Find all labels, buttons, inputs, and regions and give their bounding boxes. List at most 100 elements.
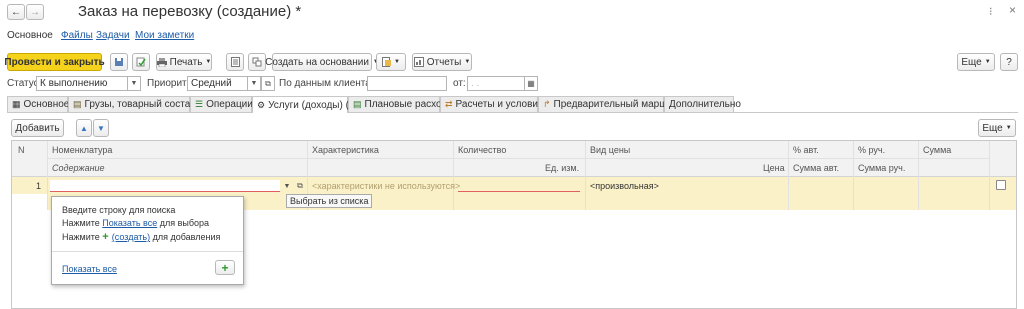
tab-label: Предварительный маршрут	[553, 99, 683, 110]
tab-route[interactable]: ↱ Предварительный маршрут	[538, 96, 682, 112]
status-dropdown-button[interactable]: ▼	[127, 76, 141, 91]
col-content[interactable]: Содержание	[52, 163, 105, 173]
arrow-up-icon: ▲	[80, 123, 88, 133]
help-button[interactable]: ?	[1000, 53, 1018, 71]
tabs-baseline	[7, 112, 1018, 113]
tab-cargo[interactable]: ▤ Грузы, товарный состав (1)	[68, 96, 211, 112]
chevron-down-icon: ▼	[250, 80, 258, 87]
header-mid-line	[47, 158, 989, 159]
col-nomenclature[interactable]: Номенклатура	[52, 145, 112, 155]
chevron-down-icon: ▼	[283, 182, 291, 190]
col-sum-manual[interactable]: Сумма руч.	[858, 163, 905, 173]
forward-button[interactable]: →	[26, 4, 44, 20]
structure-icon	[252, 57, 262, 67]
col-sum-auto[interactable]: Сумма авт.	[793, 163, 839, 173]
tooltip: Выбрать из списка	[286, 194, 373, 208]
nav-tasks[interactable]: Задачи	[96, 30, 130, 41]
create-inline-link[interactable]: (создать)	[112, 232, 150, 242]
attachment-icon	[382, 57, 392, 67]
reports-button[interactable]: Отчеты ▼	[412, 53, 472, 71]
popup-hint-create: Нажмите + (создать) для добавления	[62, 231, 220, 243]
nomenclature-dropdown-button[interactable]: ▼	[281, 179, 293, 193]
more-icon[interactable]: ⁝	[989, 5, 993, 18]
col-n[interactable]: N	[18, 145, 25, 155]
post-button[interactable]	[132, 53, 150, 71]
col-price[interactable]: Цена	[763, 163, 785, 173]
more-button[interactable]: Еще ▼	[957, 53, 995, 71]
operations-icon: ☰	[195, 99, 204, 109]
chevron-down-icon: ▼	[394, 59, 400, 65]
client-number-field[interactable]	[367, 76, 447, 91]
col-pct-manual[interactable]: % руч.	[858, 145, 885, 155]
tab-expenses[interactable]: ▤ Плановые расходы	[348, 96, 454, 112]
tab-label: Дополнительно	[669, 99, 741, 110]
plus-icon: +	[221, 260, 229, 275]
route-icon: ↱	[543, 99, 551, 109]
tab-label: Услуги (доходы) (1)	[268, 99, 358, 111]
tab-calc[interactable]: ⇄ Расчеты и условия	[440, 96, 543, 112]
print-button[interactable]: Печать ▼	[156, 53, 212, 71]
popup-text: Нажмите	[62, 218, 103, 228]
journal-button[interactable]	[226, 53, 244, 71]
col-sep	[585, 141, 586, 210]
add-button[interactable]: Добавить	[11, 119, 64, 137]
popup-hint-search: Введите строку для поиска	[62, 205, 176, 215]
tab-additional[interactable]: Дополнительно	[664, 96, 741, 112]
col-pct-auto[interactable]: % авт.	[793, 145, 819, 155]
popup-text: Нажмите	[62, 232, 103, 242]
row-number: 1	[36, 181, 42, 191]
price-kind-cell[interactable]: <произвольная>	[590, 181, 659, 191]
save-button[interactable]	[110, 53, 128, 71]
document-icon	[230, 57, 240, 67]
from-date-label: от:	[453, 78, 466, 89]
tab-main[interactable]: ▦ Основное	[7, 96, 70, 112]
popup-hint-show-all: Нажмите Показать все для выбора	[62, 218, 209, 228]
chevron-down-icon: ▼	[205, 59, 212, 65]
col-sum[interactable]: Сумма	[923, 145, 951, 155]
move-up-button[interactable]: ▲	[76, 119, 92, 137]
col-sep	[453, 141, 454, 210]
col-quantity[interactable]: Количество	[458, 145, 506, 155]
priority-open-button[interactable]: ⧉	[261, 76, 275, 91]
row-checkbox[interactable]	[996, 180, 1006, 190]
tab-services[interactable]: ⚙ Услуги (доходы) (1)	[252, 96, 358, 113]
report-icon	[413, 57, 424, 67]
back-button[interactable]: ←	[7, 4, 25, 20]
popup-text: для выбора	[157, 218, 210, 228]
create-based-label: Создать на основании	[265, 56, 369, 68]
col-price-kind[interactable]: Вид цены	[590, 145, 630, 155]
create-based-button[interactable]: Создать на основании ▼	[265, 53, 379, 71]
show-all-inline-link[interactable]: Показать все	[102, 218, 157, 228]
table-more-button[interactable]: Еще ▼	[978, 119, 1016, 137]
grid-icon: ▦	[12, 99, 21, 109]
services-icon: ⚙	[257, 99, 266, 110]
more-label: Еще	[982, 122, 1003, 134]
characteristic-cell: <характеристики не используются>	[312, 181, 461, 191]
nomenclature-input[interactable]	[50, 180, 280, 192]
move-down-button[interactable]: ▼	[93, 119, 109, 137]
col-characteristic[interactable]: Характеристика	[312, 145, 379, 155]
attachments-button[interactable]: ▼	[376, 53, 406, 71]
tab-label: Основное	[23, 99, 70, 110]
nav-files[interactable]: Файлы	[61, 30, 93, 41]
close-icon[interactable]: ×	[1009, 3, 1016, 17]
from-date-field[interactable]: . .	[467, 76, 525, 91]
post-and-close-button[interactable]: Провести и закрыть	[4, 53, 105, 71]
tab-operations[interactable]: ☰ Операции	[190, 96, 253, 112]
reports-label: Отчеты	[426, 56, 462, 68]
priority-dropdown-button[interactable]: ▼	[247, 76, 261, 91]
nomenclature-open-button[interactable]: ⧉	[294, 179, 306, 193]
structure-button[interactable]	[248, 53, 266, 71]
col-unit[interactable]: Ед. изм.	[545, 163, 579, 173]
save-icon	[114, 57, 124, 67]
nav-notes[interactable]: Мои заметки	[135, 30, 194, 41]
popup-add-button[interactable]: +	[215, 260, 235, 275]
calendar-button[interactable]: ▦	[524, 76, 538, 91]
priority-field[interactable]: Средний	[187, 76, 248, 91]
calendar-icon: ▦	[527, 79, 535, 88]
show-all-link[interactable]: Показать все	[62, 264, 117, 274]
status-field[interactable]: К выполнению	[36, 76, 128, 91]
nav-main[interactable]: Основное	[7, 30, 53, 41]
popup-divider	[52, 251, 243, 252]
quantity-input[interactable]	[458, 191, 580, 192]
